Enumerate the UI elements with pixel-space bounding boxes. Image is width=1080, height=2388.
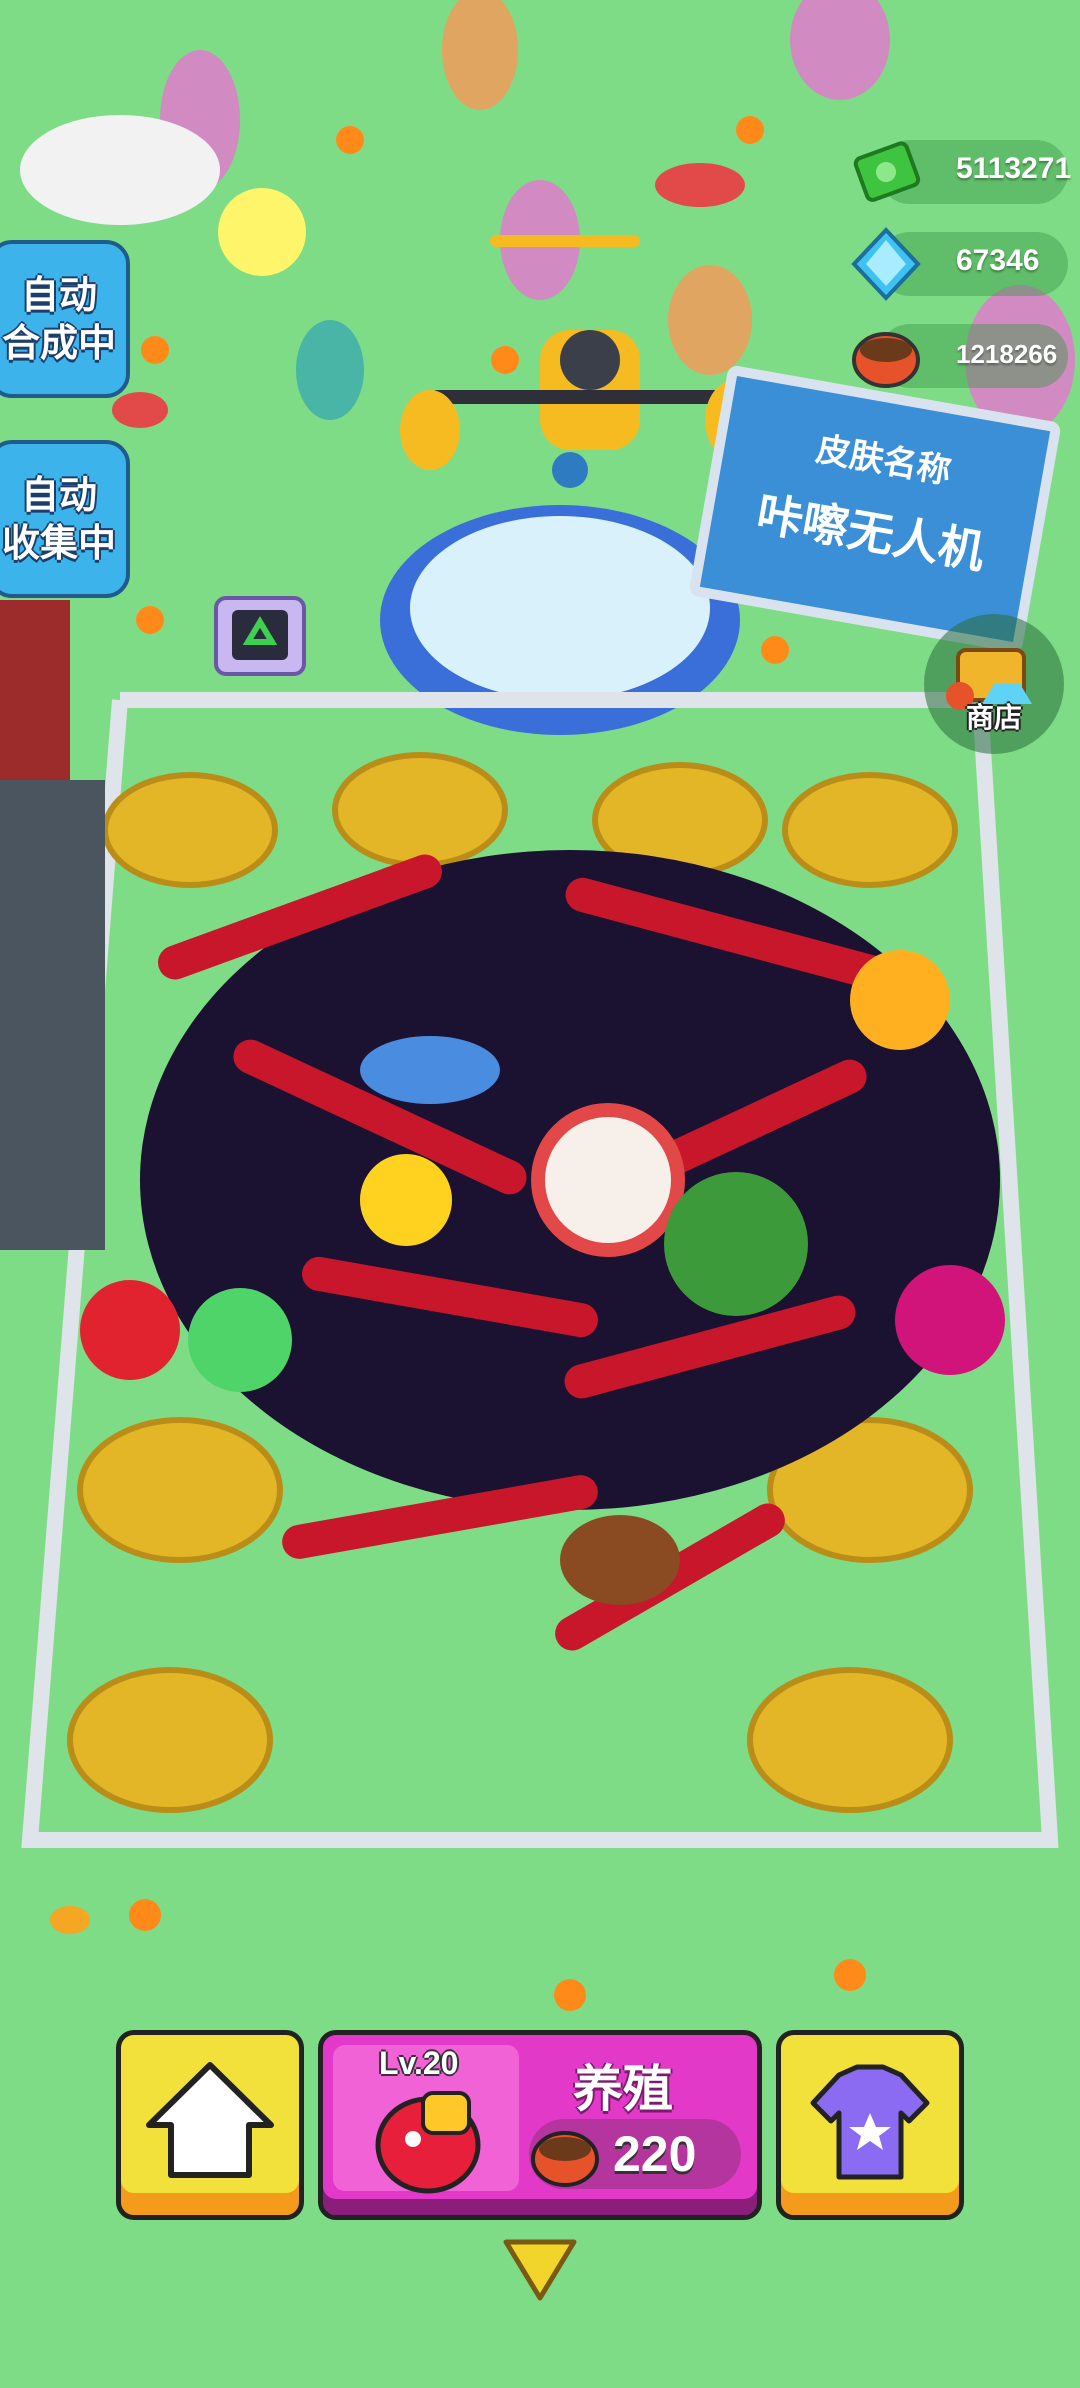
shop-button[interactable]: 商店 — [924, 614, 1064, 754]
home-button[interactable] — [116, 2030, 304, 2220]
pet-level: Lv.20 — [379, 2045, 459, 2081]
food-bowl-icon — [852, 332, 920, 388]
cash-icon — [853, 141, 921, 202]
cash-value: 5113271 — [956, 152, 1072, 185]
food-counter: 1218266 — [852, 324, 1068, 388]
chevron-down-icon[interactable] — [500, 2236, 580, 2306]
breed-button[interactable]: Lv.20 养殖 220 — [318, 2030, 762, 2220]
breed-cost-value: 220 — [613, 2126, 697, 2182]
shop-label: 商店 — [965, 701, 1022, 734]
gem-counter: 67346 — [851, 227, 1068, 301]
gem-value: 67346 — [956, 244, 1040, 277]
auto-collect-button[interactable]: 自动 收集中 — [0, 440, 130, 598]
food-bowl-icon — [531, 2131, 599, 2187]
shirt-icon — [810, 2064, 930, 2180]
gem-icon — [851, 227, 921, 301]
recycle-button[interactable] — [214, 596, 306, 676]
auto-collect-label: 自动 收集中 — [1, 473, 116, 565]
pet-icon — [375, 2091, 481, 2194]
cash-counter: 5113271 — [853, 140, 1072, 204]
recycle-icon — [232, 610, 288, 660]
barn — [0, 780, 105, 1250]
auto-merge-label: 自动 合成中 — [1, 273, 116, 365]
skin-button[interactable] — [776, 2030, 964, 2220]
breed-cost: 220 — [529, 2119, 741, 2189]
food-value: 1218266 — [956, 339, 1058, 369]
home-icon — [146, 2062, 274, 2178]
breed-label: 养殖 — [573, 2060, 673, 2118]
auto-merge-button[interactable]: 自动 合成中 — [0, 240, 130, 398]
